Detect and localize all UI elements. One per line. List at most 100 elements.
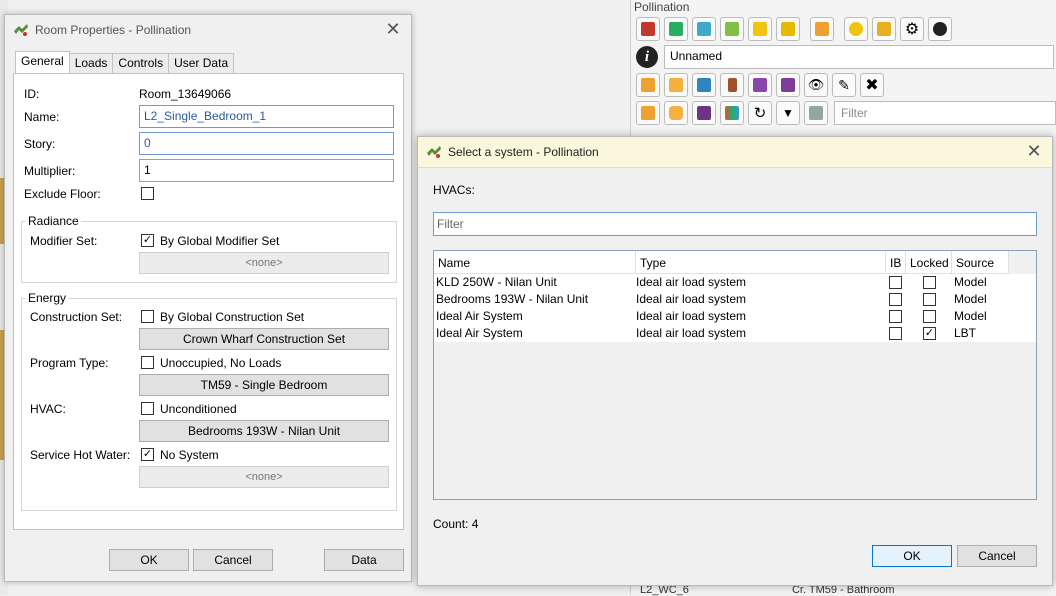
face-icon[interactable] <box>664 17 688 41</box>
row-type: Ideal air load system <box>636 326 747 340</box>
row-ib-checkbox[interactable] <box>889 276 902 289</box>
add-room-icon[interactable] <box>636 73 660 97</box>
row-locked-checkbox[interactable] <box>923 293 936 306</box>
row-name: Ideal Air System <box>436 326 523 340</box>
edit-icon[interactable]: ✎ <box>832 73 856 97</box>
ok-button[interactable]: OK <box>872 545 952 567</box>
table-row[interactable]: Bedrooms 193W - Nilan Unit Ideal air loa… <box>434 291 1036 308</box>
row-source: Model <box>954 275 987 289</box>
system-dialog-titlebar[interactable]: Select a system - Pollination ✕ <box>418 137 1052 168</box>
tab-general[interactable]: General <box>15 51 70 73</box>
room-icon[interactable] <box>636 17 660 41</box>
toolbar-row-3: ↻ ▼ <box>636 101 828 125</box>
row-source: Model <box>954 309 987 323</box>
tab-loads[interactable]: Loads <box>68 53 114 73</box>
column-header-type[interactable]: Type <box>636 251 886 274</box>
system-dialog-title: Select a system - Pollination <box>448 145 599 159</box>
panel-filter-input[interactable]: Filter <box>834 101 1056 125</box>
select-system-dialog: Select a system - Pollination ✕ HVACs: F… <box>417 136 1053 586</box>
view-icon[interactable]: 👁 <box>804 73 828 97</box>
ok-button[interactable]: OK <box>109 549 189 571</box>
modifier-set-checkbox[interactable] <box>141 234 154 247</box>
hexagon-icon[interactable] <box>664 101 688 125</box>
shade-icon[interactable] <box>720 17 744 41</box>
filter-icon[interactable]: ▼ <box>776 101 800 125</box>
column-header-name[interactable]: Name <box>434 251 636 274</box>
column-header-source[interactable]: Source <box>952 251 1009 274</box>
room-dialog-titlebar[interactable]: Room Properties - Pollination ✕ <box>5 15 411 45</box>
grid-body: KLD 250W - Nilan Unit Ideal air load sys… <box>434 274 1036 342</box>
row-ib-checkbox[interactable] <box>889 310 902 323</box>
add-grid-icon[interactable] <box>776 73 800 97</box>
construction-set-button[interactable]: Crown Wharf Construction Set <box>139 328 389 350</box>
row-ib-checkbox[interactable] <box>889 327 902 340</box>
close-icon[interactable]: ✕ <box>1024 141 1044 161</box>
tab-controls[interactable]: Controls <box>112 53 170 73</box>
help-book-icon[interactable] <box>928 17 952 41</box>
row-locked-checkbox[interactable] <box>923 310 936 323</box>
table-row[interactable]: KLD 250W - Nilan Unit Ideal air load sys… <box>434 274 1036 291</box>
report-icon[interactable] <box>872 17 896 41</box>
table-row[interactable]: Ideal Air System Ideal air load system L… <box>434 325 1036 342</box>
hvac-button[interactable]: Bedrooms 193W - Nilan Unit <box>139 420 389 442</box>
program-type-check-label: Unoccupied, No Loads <box>160 356 282 370</box>
toolbar-row-2: 👁 ✎ ✖ <box>636 73 884 97</box>
column-header-ib[interactable]: IB <box>886 251 906 274</box>
count-label: Count: 4 <box>433 517 479 531</box>
model-name-field[interactable]: Unnamed <box>664 45 1054 69</box>
hvacs-label: HVACs: <box>433 183 475 197</box>
search-icon[interactable] <box>844 17 868 41</box>
service-hot-water-checkbox[interactable] <box>141 448 154 461</box>
service-hot-water-label: Service Hot Water: <box>30 448 131 462</box>
add-face-icon[interactable] <box>664 73 688 97</box>
row-type: Ideal air load system <box>636 309 747 323</box>
modifier-set-button[interactable]: <none> <box>139 252 389 274</box>
panel-title: Pollination <box>634 0 690 14</box>
cancel-button[interactable]: Cancel <box>957 545 1037 567</box>
name-field[interactable]: L2_Single_Bedroom_1 <box>139 105 394 128</box>
hvac-grid: Name Type IB Locked Source KLD 250W - Ni… <box>433 250 1037 500</box>
close-icon[interactable]: ✕ <box>383 19 403 39</box>
program-type-button[interactable]: TM59 - Single Bedroom <box>139 374 389 396</box>
add-shade-icon[interactable] <box>748 73 772 97</box>
id-value: Room_13649066 <box>139 87 232 101</box>
row-locked-checkbox[interactable] <box>923 327 936 340</box>
refresh-icon[interactable]: ↻ <box>748 101 772 125</box>
hvac-check-label: Unconditioned <box>160 402 237 416</box>
model-box-icon[interactable] <box>804 101 828 125</box>
row-locked-checkbox[interactable] <box>923 276 936 289</box>
add-aperture-icon[interactable] <box>692 73 716 97</box>
info-icon[interactable]: i <box>636 46 658 68</box>
row-ib-checkbox[interactable] <box>889 293 902 306</box>
info-row: i Unnamed <box>636 45 1054 69</box>
add-door-icon[interactable] <box>720 73 744 97</box>
tab-user-data[interactable]: User Data <box>168 53 235 73</box>
gear-icon[interactable]: ⚙ <box>900 17 924 41</box>
hvac-checkbox[interactable] <box>141 402 154 415</box>
construction-set-checkbox[interactable] <box>141 310 154 323</box>
story-field[interactable]: 0 <box>139 132 394 155</box>
exclude-floor-checkbox[interactable] <box>141 187 154 200</box>
table-row[interactable]: Ideal Air System Ideal air load system M… <box>434 308 1036 325</box>
multiplier-field[interactable]: 1 <box>139 159 394 182</box>
data-button[interactable]: Data <box>324 549 404 571</box>
room-dialog-title: Room Properties - Pollination <box>35 23 192 37</box>
color-icon[interactable] <box>776 17 800 41</box>
column-header-locked[interactable]: Locked <box>906 251 952 274</box>
room-select-icon[interactable] <box>636 101 660 125</box>
sensor-icon[interactable] <box>748 17 772 41</box>
grid-icon[interactable] <box>692 101 716 125</box>
program-type-checkbox[interactable] <box>141 356 154 369</box>
system-filter-input[interactable]: Filter <box>433 212 1037 236</box>
aperture-icon[interactable] <box>692 17 716 41</box>
service-hot-water-check-label: No System <box>160 448 219 462</box>
cancel-button[interactable]: Cancel <box>193 549 273 571</box>
color-grid-icon[interactable] <box>720 101 744 125</box>
row-source: LBT <box>954 326 977 340</box>
model-icon[interactable] <box>810 17 834 41</box>
delete-icon[interactable]: ✖ <box>860 73 884 97</box>
pollination-app-icon <box>14 24 28 36</box>
service-hot-water-button[interactable]: <none> <box>139 466 389 488</box>
pollination-app-icon <box>427 146 441 158</box>
multiplier-label: Multiplier: <box>24 164 76 178</box>
